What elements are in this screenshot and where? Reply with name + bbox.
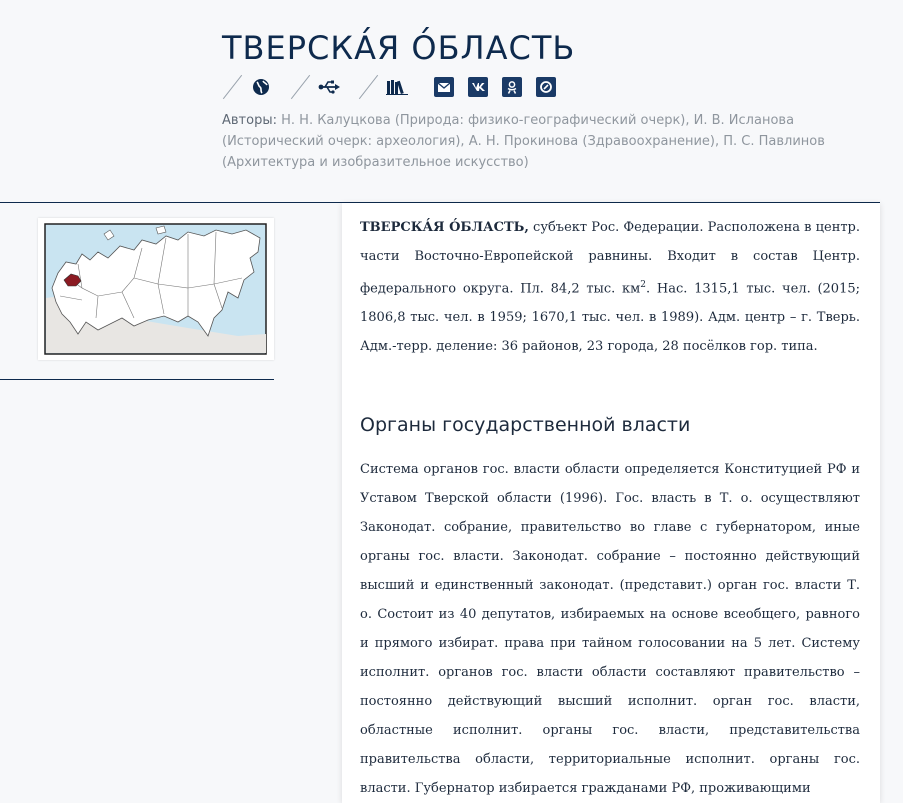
- vk-icon[interactable]: [468, 77, 488, 97]
- lead-term: ТВЕРСКА́Я О́БЛАСТЬ,: [360, 220, 529, 235]
- divider-slash: [222, 74, 244, 100]
- divider-slash: [358, 74, 380, 100]
- globe-icon[interactable]: [250, 76, 272, 98]
- page-title: ТВЕРСКА́Я О́БЛАСТЬ: [222, 29, 576, 67]
- authors-text: Н. Н. Калуцкова (Природа: физико-географ…: [222, 113, 825, 170]
- books-icon[interactable]: [386, 76, 408, 98]
- odnoklassniki-icon[interactable]: [502, 77, 522, 97]
- toolbar: [222, 72, 862, 102]
- article-header: ТВЕРСКА́Я О́БЛАСТЬ Авторы: Н. Н. Калуцко…: [222, 28, 862, 173]
- location-map[interactable]: [38, 218, 274, 360]
- usb-icon[interactable]: [318, 76, 340, 98]
- authors: Авторы: Н. Н. Калуцкова (Природа: физико…: [222, 110, 862, 173]
- email-icon[interactable]: [434, 77, 454, 97]
- article-body: ТВЕРСКА́Я О́БЛАСТЬ, субъект Рос. Федерац…: [342, 203, 880, 803]
- section-title: Органы государственной власти: [360, 414, 691, 437]
- link-icon[interactable]: [536, 77, 556, 97]
- authors-label: Авторы:: [222, 113, 277, 128]
- divider-slash: [290, 74, 312, 100]
- intro-paragraph: ТВЕРСКА́Я О́БЛАСТЬ, субъект Рос. Федерац…: [360, 213, 860, 361]
- map-divider: [0, 379, 274, 380]
- share-buttons: [434, 77, 570, 97]
- section-paragraph: Система органов гос. власти области опре…: [360, 462, 860, 797]
